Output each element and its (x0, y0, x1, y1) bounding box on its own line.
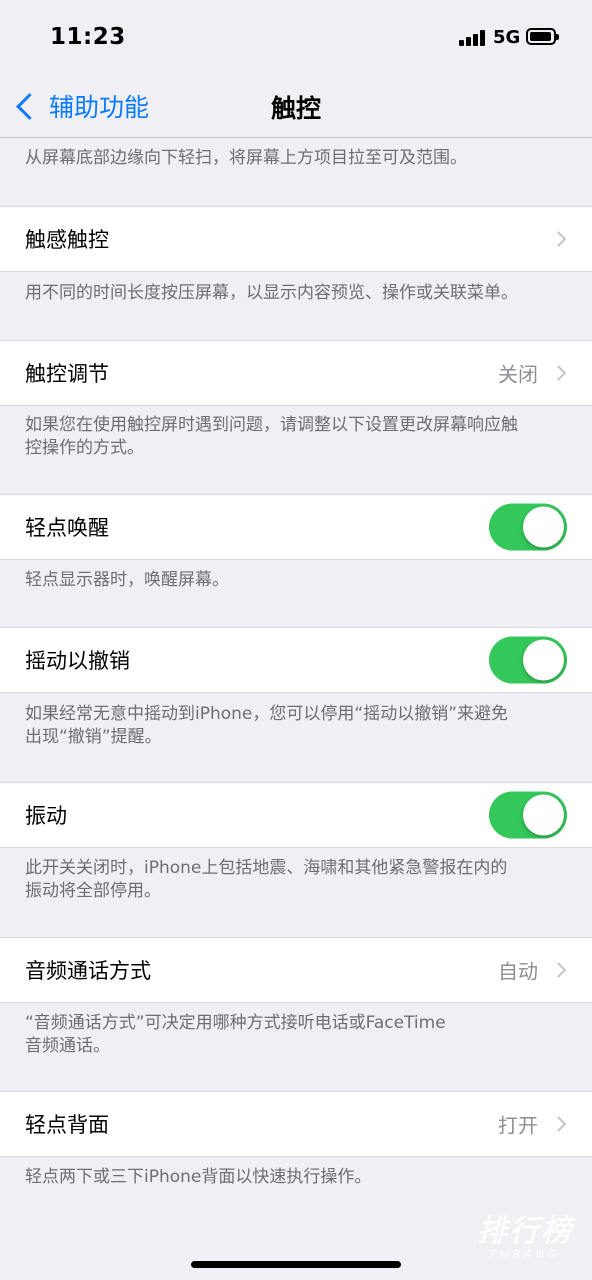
vibration-toggle[interactable] (489, 791, 567, 839)
call-audio-routing-row[interactable]: 音频通话方式 自动 (0, 937, 592, 1003)
row-label: 触控调节 (25, 362, 109, 386)
shake-to-undo-toggle[interactable] (489, 636, 567, 684)
row-value: 自动 (498, 959, 538, 984)
watermark-logo: 排行榜 PHBANG (477, 1214, 573, 1261)
section-footer: 如果经常无意中摇动到iPhone，您可以停用“摇动以撤销”来避免 出现“撤销”提… (25, 704, 508, 747)
section-footer: 轻点显示器时，唤醒屏幕。 (25, 570, 229, 590)
haptic-touch-row[interactable]: 触感触控 (0, 206, 592, 272)
status-bar: 11:23 5G (0, 0, 592, 74)
page-title: 触控 (270, 94, 321, 123)
chevron-right-icon (550, 365, 567, 381)
row-label: 摇动以撤销 (25, 649, 130, 673)
touch-accommodations-row[interactable]: 触控调节 关闭 (0, 340, 592, 406)
home-indicator[interactable] (191, 1261, 401, 1268)
battery-icon (526, 28, 559, 45)
row-label: 轻点背面 (25, 1113, 109, 1137)
row-label: 振动 (25, 804, 67, 828)
chevron-right-icon (550, 1116, 567, 1132)
chevron-right-icon (550, 962, 567, 978)
tap-to-wake-row: 轻点唤醒 (0, 494, 592, 560)
section-footer: 轻点两下或三下iPhone背面以快速执行操作。 (25, 1167, 372, 1187)
shake-to-undo-row: 摇动以撤销 (0, 627, 592, 693)
tap-to-wake-toggle[interactable] (489, 503, 567, 551)
vibration-row: 振动 (0, 782, 592, 848)
cellular-signal-icon (459, 30, 487, 46)
back-tap-row[interactable]: 轻点背面 打开 (0, 1091, 592, 1157)
network-type: 5G (493, 27, 521, 48)
row-value: 关闭 (498, 362, 538, 387)
row-label: 音频通话方式 (25, 959, 151, 983)
section-footer: 用不同的时间长度按压屏幕，以显示内容预览、操作或关联菜单。 (25, 283, 518, 303)
navigation-bar: 辅助功能 触控 (0, 74, 592, 138)
section-footer: 如果您在使用触控屏时遇到问题，请调整以下设置更改屏幕响应触 控操作的方式。 (25, 415, 518, 458)
section-footer: 此开关关闭时，iPhone上包括地震、海啸和其他紧急警报在内的 振动将全部停用。 (25, 858, 508, 901)
section-footer-reachability: 从屏幕底部边缘向下轻扫，将屏幕上方项目拉至可及范围。 (25, 148, 467, 168)
status-time: 11:23 (50, 24, 126, 50)
row-value: 打开 (498, 1113, 538, 1138)
chevron-right-icon (550, 231, 567, 247)
row-label: 触感触控 (25, 228, 109, 252)
section-footer: “音频通话方式”可决定用哪种方式接听电话或FaceTime 音频通话。 (25, 1013, 446, 1056)
row-label: 轻点唤醒 (25, 516, 109, 540)
